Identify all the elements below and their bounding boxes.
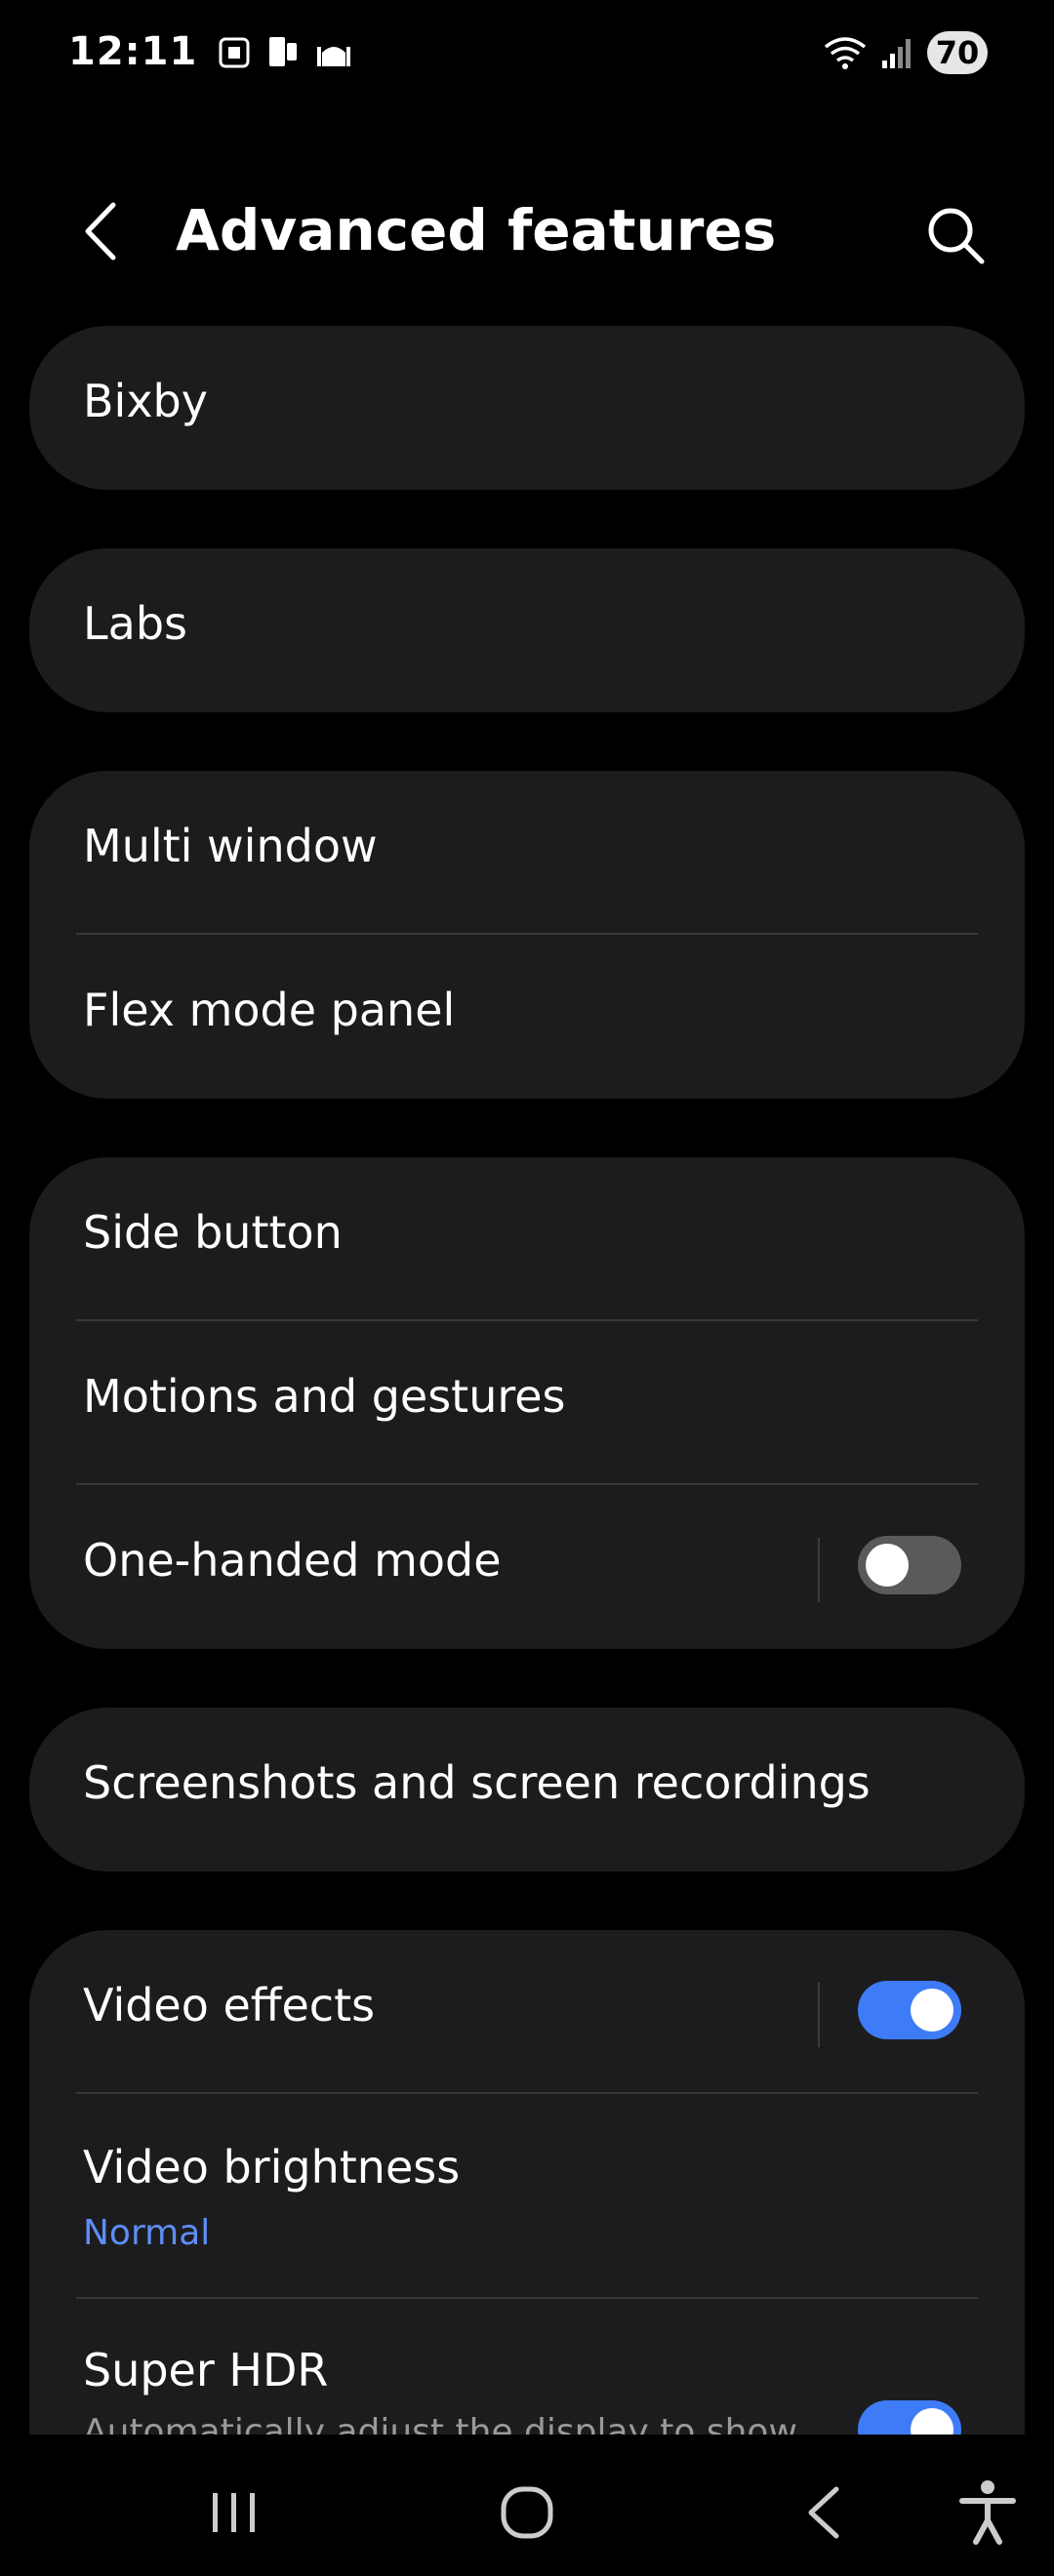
- setting-description: Automatically adjust the display to show: [83, 2412, 797, 2435]
- status-notification-icons: [217, 33, 353, 72]
- one-handed-mode-toggle[interactable]: [858, 1536, 961, 1594]
- chevron-left-icon[interactable]: [68, 197, 137, 265]
- back-icon[interactable]: [786, 2474, 864, 2552]
- status-system-icons: 70: [824, 31, 988, 74]
- setting-label: Video brightness: [83, 2141, 461, 2194]
- group-video: Video effects Video brightness Normal Su…: [29, 1930, 1025, 2435]
- setting-row-side-button[interactable]: Side button: [29, 1157, 1025, 1321]
- toggle-separator: [818, 1538, 820, 1602]
- setting-label: Screenshots and screen recordings: [83, 1756, 871, 1809]
- setting-label: Labs: [83, 597, 187, 650]
- setting-row-labs[interactable]: Labs: [29, 548, 1025, 712]
- setting-label: One-handed mode: [83, 1534, 502, 1587]
- group-buttons-gestures: Side button Motions and gestures One-han…: [29, 1157, 1025, 1649]
- battery-indicator: 70: [927, 31, 988, 74]
- video-effects-toggle[interactable]: [858, 1981, 961, 2039]
- setting-row-super-hdr[interactable]: Super HDR Automatically adjust the displ…: [29, 2299, 1025, 2435]
- navigation-bar: [0, 2435, 1054, 2576]
- toggle-knob: [911, 1989, 953, 2032]
- home-icon[interactable]: [488, 2474, 566, 2552]
- toggle-separator: [818, 1983, 820, 2047]
- accessibility-icon[interactable]: [949, 2474, 1027, 2552]
- setting-row-screenshots[interactable]: Screenshots and screen recordings: [29, 1708, 1025, 1872]
- toggle-knob: [911, 2408, 953, 2435]
- mosque-icon: [317, 47, 350, 66]
- setting-row-multi-window[interactable]: Multi window: [29, 771, 1025, 935]
- setting-row-video-brightness[interactable]: Video brightness Normal: [29, 2094, 1025, 2299]
- app-header: Advanced features: [0, 176, 1054, 293]
- setting-row-bixby[interactable]: Bixby: [29, 326, 1025, 490]
- group-labs: Labs: [29, 548, 1025, 712]
- setting-row-flex-mode-panel[interactable]: Flex mode panel: [29, 935, 1025, 1099]
- setting-label: Bixby: [83, 375, 208, 427]
- toggle-knob: [866, 1544, 909, 1587]
- status-bar: 12:11 70: [0, 0, 1054, 117]
- setting-label: Side button: [83, 1206, 343, 1259]
- status-time: 12:11: [68, 29, 198, 74]
- screenshot-icon: [219, 37, 250, 68]
- setting-label: Video effects: [83, 1979, 376, 2032]
- setting-row-motions-gestures[interactable]: Motions and gestures: [29, 1321, 1025, 1485]
- setting-label: Motions and gestures: [83, 1370, 566, 1423]
- wifi-icon: [824, 37, 867, 69]
- setting-label: Flex mode panel: [83, 984, 456, 1036]
- group-screenshots: Screenshots and screen recordings: [29, 1708, 1025, 1872]
- setting-label: Multi window: [83, 820, 378, 872]
- group-bixby: Bixby: [29, 326, 1025, 490]
- setting-value: Normal: [83, 2213, 211, 2253]
- setting-label: Super HDR: [83, 2344, 329, 2396]
- setting-row-one-handed-mode[interactable]: One-handed mode: [29, 1485, 1025, 1649]
- search-icon[interactable]: [917, 197, 995, 275]
- signal-icon: [882, 39, 911, 68]
- device-icon: [269, 37, 297, 66]
- page-title: Advanced features: [176, 197, 777, 263]
- super-hdr-toggle[interactable]: [858, 2400, 961, 2435]
- setting-row-video-effects[interactable]: Video effects: [29, 1930, 1025, 2094]
- recents-icon[interactable]: [195, 2474, 273, 2552]
- group-multi-window: Multi window Flex mode panel: [29, 771, 1025, 1099]
